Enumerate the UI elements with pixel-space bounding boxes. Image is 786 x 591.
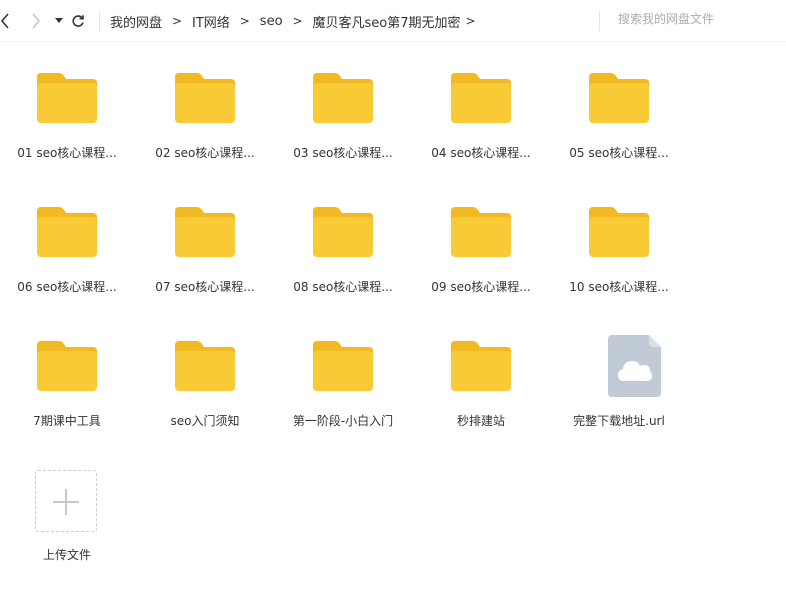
item-name: 完整下载地址.url	[573, 414, 665, 428]
folder-item[interactable]: 04 seo核心课程...	[414, 42, 552, 162]
chevron-left-icon	[0, 13, 9, 29]
folder-icon	[451, 207, 511, 257]
item-name: 06 seo核心课程...	[17, 280, 117, 294]
item-name: 04 seo核心课程...	[431, 146, 531, 160]
breadcrumb-item-seo[interactable]: seo	[260, 14, 283, 29]
file-item[interactable]: 完整下载地址.url	[552, 310, 690, 430]
folder-icon	[589, 73, 649, 123]
toolbar-divider	[99, 11, 100, 31]
item-thumbnail	[138, 42, 276, 132]
item-name: 09 seo核心课程...	[431, 280, 531, 294]
folder-item[interactable]: 09 seo核心课程...	[414, 176, 552, 296]
folder-icon	[37, 207, 97, 257]
folder-icon	[313, 73, 373, 123]
folder-item[interactable]: 03 seo核心课程...	[276, 42, 414, 162]
search-divider	[599, 11, 600, 31]
url-file-icon	[608, 335, 661, 397]
folder-item[interactable]: 08 seo核心课程...	[276, 176, 414, 296]
forward-button[interactable]	[28, 12, 44, 30]
item-name: 秒排建站	[456, 414, 505, 428]
plus-icon	[35, 470, 97, 532]
item-thumbnail	[138, 310, 276, 400]
folder-item[interactable]: 第一阶段-小白入门	[276, 310, 414, 430]
upload-file-button[interactable]: 上传文件	[0, 444, 138, 564]
item-name: 第一阶段-小白入门	[292, 414, 394, 428]
item-name: 07 seo核心课程...	[155, 280, 255, 294]
breadcrumb-separator: >	[292, 14, 303, 28]
toolbar: 我的网盘 > IT网络 > seo > 魔贝客凡seo第7期无加密 >	[0, 0, 786, 42]
folder-icon	[589, 207, 649, 257]
item-thumbnail	[0, 310, 138, 400]
folder-item[interactable]: 02 seo核心课程...	[138, 42, 276, 162]
item-thumbnail	[414, 310, 552, 400]
folder-icon	[451, 341, 511, 391]
item-thumbnail	[414, 176, 552, 266]
folder-icon	[313, 207, 373, 257]
caret-down-icon	[55, 18, 63, 23]
folder-item[interactable]: 01 seo核心课程...	[0, 42, 138, 162]
item-name: seo入门须知	[170, 414, 240, 428]
folder-item[interactable]: 秒排建站	[414, 310, 552, 430]
folder-item[interactable]: 07 seo核心课程...	[138, 176, 276, 296]
item-name: 03 seo核心课程...	[293, 146, 393, 160]
folder-item[interactable]: 7期课中工具	[0, 310, 138, 430]
breadcrumb-separator: >	[171, 14, 183, 28]
item-thumbnail	[276, 42, 414, 132]
folder-icon	[37, 73, 97, 123]
chevron-right-icon	[32, 13, 41, 29]
item-name: 05 seo核心课程...	[569, 146, 669, 160]
item-name: 02 seo核心课程...	[155, 146, 255, 160]
folder-icon	[175, 207, 235, 257]
item-thumbnail	[0, 42, 138, 132]
item-name: 01 seo核心课程...	[17, 146, 117, 160]
breadcrumb-item-my-drive[interactable]: 我的网盘	[110, 12, 162, 31]
refresh-button[interactable]	[70, 12, 86, 30]
refresh-icon	[72, 15, 84, 27]
item-thumbnail	[552, 310, 690, 400]
upload-label: 上传文件	[42, 548, 91, 562]
breadcrumb-item-it-network[interactable]: IT网络	[192, 12, 230, 31]
breadcrumb: 我的网盘 > IT网络 > seo > 魔贝客凡seo第7期无加密 >	[110, 0, 481, 42]
folder-icon	[175, 341, 235, 391]
item-name: 08 seo核心课程...	[293, 280, 393, 294]
item-thumbnail	[552, 42, 690, 132]
folder-icon	[313, 341, 373, 391]
folder-item[interactable]: 10 seo核心课程...	[552, 176, 690, 296]
item-thumbnail	[414, 42, 552, 132]
folder-icon	[37, 341, 97, 391]
folder-icon	[175, 73, 235, 123]
folder-item[interactable]: seo入门须知	[138, 310, 276, 430]
item-thumbnail	[552, 176, 690, 266]
item-name: 7期课中工具	[33, 414, 101, 428]
search-input[interactable]	[618, 12, 778, 26]
folder-item[interactable]: 05 seo核心课程...	[552, 42, 690, 162]
history-dropdown-button[interactable]	[53, 12, 65, 30]
item-thumbnail	[0, 176, 138, 266]
back-button[interactable]	[0, 12, 13, 30]
item-thumbnail	[276, 310, 414, 400]
breadcrumb-item-current-folder[interactable]: 魔贝客凡seo第7期无加密	[313, 12, 461, 31]
folder-item[interactable]: 06 seo核心课程...	[0, 176, 138, 296]
item-thumbnail	[276, 176, 414, 266]
breadcrumb-separator: >	[239, 14, 250, 28]
item-thumbnail	[138, 176, 276, 266]
breadcrumb-separator[interactable]: >	[461, 14, 481, 28]
item-name: 10 seo核心课程...	[569, 280, 669, 294]
folder-icon	[451, 73, 511, 123]
